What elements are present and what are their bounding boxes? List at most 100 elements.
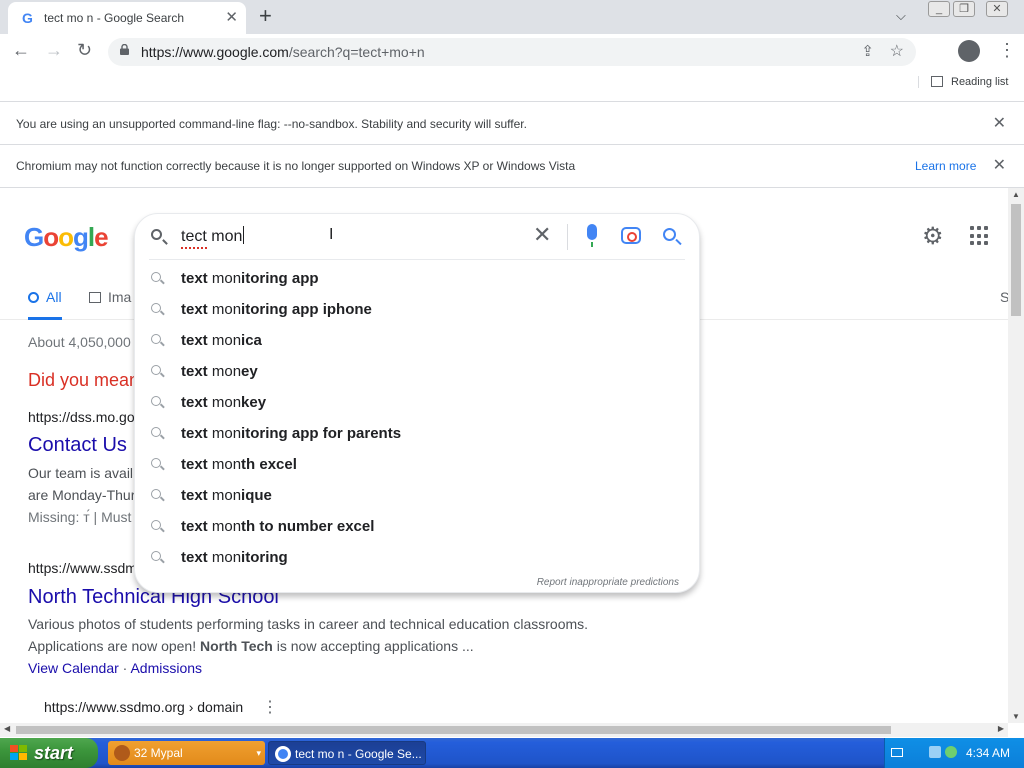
tab-title: tect mo n - Google Search: [44, 11, 185, 25]
window-minimize-icon[interactable]: _: [928, 1, 950, 17]
learn-more-link[interactable]: Learn more: [915, 159, 976, 173]
chromium-icon: [275, 746, 291, 762]
address-bar[interactable]: https://www.google.com/search?q=tect+mo+…: [108, 38, 916, 66]
search-icon: [151, 551, 161, 561]
search-suggestions-dropdown: tect mon I ✕ text monitoring app text mo…: [134, 213, 700, 593]
result-snippet: Our team is avail: [28, 465, 134, 481]
scroll-right-arrow-icon[interactable]: ▶: [998, 724, 1004, 733]
result-title[interactable]: Contact Us: [28, 434, 127, 457]
windows-flag-icon: [10, 745, 28, 761]
result-more-icon[interactable]: ⋮: [262, 697, 278, 717]
window-restore-icon[interactable]: ❐: [953, 1, 975, 17]
suggestion-item[interactable]: text monica: [135, 326, 699, 357]
search-input[interactable]: tect mon: [181, 226, 245, 249]
text-cursor-icon: I: [329, 226, 334, 243]
scrollbar-thumb[interactable]: [1011, 204, 1021, 316]
settings-gear-icon[interactable]: ⚙: [922, 222, 944, 251]
scroll-down-arrow-icon[interactable]: ▼: [1012, 712, 1020, 721]
taskbar-chromium-button[interactable]: tect mo n - Google Se...: [268, 741, 426, 765]
logo-letter: o: [58, 222, 74, 252]
vertical-scrollbar[interactable]: ▲ ▼: [1008, 188, 1024, 723]
search-submit-icon[interactable]: [663, 228, 676, 241]
suggestion-item[interactable]: text month excel: [135, 450, 699, 481]
reading-list-button[interactable]: Reading list: [918, 76, 1008, 88]
scrollbar-thumb[interactable]: [16, 726, 891, 734]
start-button[interactable]: start: [0, 738, 98, 768]
tab-search-chevron-icon[interactable]: ⌵: [896, 8, 906, 24]
windows-taskbar: start 32 Mypal ▾ tect mo n - Google Se..…: [0, 738, 1024, 768]
new-tab-plus-icon[interactable]: +: [259, 3, 272, 29]
browser-tab-active[interactable]: G tect mo n - Google Search ✕: [8, 2, 246, 34]
keyboard-icon[interactable]: [891, 748, 903, 757]
sitelink-view-calendar[interactable]: View Calendar: [28, 660, 119, 676]
infobar-os-warning: Chromium may not function correctly beca…: [0, 145, 1024, 188]
search-icon: [151, 334, 161, 344]
tab-all[interactable]: All: [28, 288, 62, 320]
result-cite[interactable]: https://www.ssdmo.org › domain: [44, 699, 243, 715]
clock[interactable]: 4:34 AM: [966, 746, 1010, 760]
search-icon: [151, 458, 161, 468]
window-close-icon[interactable]: ✕: [986, 1, 1008, 17]
browser-menu-icon[interactable]: ⋮: [998, 40, 1016, 61]
report-predictions-link[interactable]: Report inappropriate predictions: [537, 577, 679, 588]
safely-remove-icon[interactable]: [945, 746, 957, 758]
result-stats: About 4,050,000: [28, 334, 131, 350]
suggestion-item[interactable]: text monitoring app: [135, 264, 699, 295]
reading-list-icon: [931, 76, 943, 87]
suggestion-item[interactable]: text month to number excel: [135, 512, 699, 543]
google-logo[interactable]: Google: [24, 222, 109, 253]
suggestion-item[interactable]: text monitoring app iphone: [135, 295, 699, 326]
suggestion-item[interactable]: text monique: [135, 481, 699, 512]
bookmarks-bar: Reading list: [0, 70, 1024, 102]
did-you-mean[interactable]: Did you mean: [28, 370, 139, 391]
image-icon: [89, 292, 101, 303]
infobar-message: You are using an unsupported command-lin…: [16, 117, 527, 131]
google-favicon-icon: G: [22, 10, 33, 26]
suggestion-list: text monitoring app text monitoring app …: [135, 264, 699, 574]
bookmark-star-icon[interactable]: ☆: [890, 41, 904, 61]
infobar-close-icon[interactable]: ✕: [993, 113, 1006, 133]
scroll-left-arrow-icon[interactable]: ◀: [4, 724, 10, 733]
reload-icon[interactable]: ↻: [77, 40, 92, 61]
search-icon: [151, 427, 161, 437]
infobar-close-icon[interactable]: ✕: [993, 155, 1006, 175]
lock-icon[interactable]: [120, 44, 129, 55]
share-icon[interactable]: ⇪: [861, 42, 874, 60]
sitelink-admissions[interactable]: Admissions: [130, 660, 202, 676]
spellcheck-underline: [181, 246, 207, 249]
result-missing: Missing: т́ | Must: [28, 509, 132, 525]
suggestion-item[interactable]: text money: [135, 357, 699, 388]
logo-letter: o: [43, 222, 59, 252]
result-cite[interactable]: https://www.ssdm: [28, 560, 137, 576]
infobar-flag-warning: You are using an unsupported command-lin…: [0, 103, 1024, 145]
search-icon: [151, 365, 161, 375]
clear-search-icon[interactable]: ✕: [533, 222, 551, 248]
divider: [567, 224, 568, 250]
suggestion-item[interactable]: text monitoring: [135, 543, 699, 574]
logo-letter: e: [94, 222, 109, 252]
system-tray: 4:34 AM: [884, 738, 1024, 768]
back-arrow-icon[interactable]: ←: [12, 40, 30, 61]
microphone-icon[interactable]: [587, 224, 597, 247]
tab-more[interactable]: S: [1000, 289, 1008, 305]
apps-grid-icon[interactable]: [970, 226, 990, 246]
network-icon[interactable]: [929, 746, 941, 758]
suggestion-item[interactable]: text monitoring app for parents: [135, 419, 699, 450]
scroll-up-arrow-icon[interactable]: ▲: [1012, 190, 1020, 199]
suggestion-item[interactable]: text monkey: [135, 388, 699, 419]
tab-images[interactable]: Ima: [89, 289, 131, 305]
result-snippet: Various photos of students performing ta…: [28, 616, 589, 632]
horizontal-scrollbar[interactable]: ◀ ▶: [0, 723, 1008, 737]
result-cite[interactable]: https://dss.mo.go: [28, 409, 135, 425]
tab-close-icon[interactable]: ✕: [225, 8, 238, 26]
mypal-icon: [114, 745, 130, 761]
taskbar-mypal-button[interactable]: 32 Mypal ▾: [108, 741, 265, 765]
camera-lens-icon[interactable]: [621, 227, 641, 244]
search-icon: [28, 292, 39, 303]
profile-avatar-icon[interactable]: [958, 40, 980, 62]
browser-toolbar: ← → ↻ https://www.google.com/search?q=te…: [0, 34, 1024, 70]
search-icon: [151, 489, 161, 499]
forward-arrow-icon[interactable]: →: [45, 40, 63, 61]
logo-letter: G: [24, 222, 44, 252]
search-icon: [151, 303, 161, 313]
